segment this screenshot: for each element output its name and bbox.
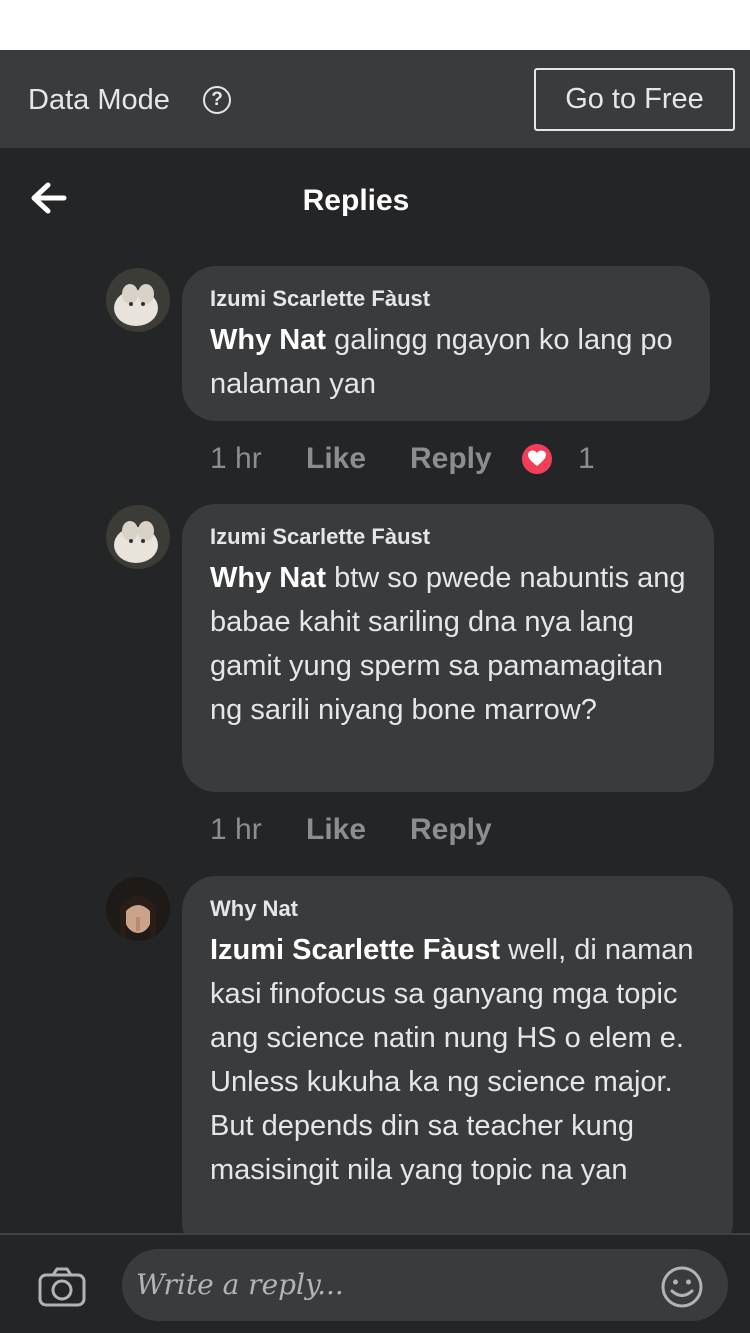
comment-bubble[interactable]: Izumi Scarlette Fàust Why Nat btw so pwe… [182, 504, 714, 792]
comment-author[interactable]: Izumi Scarlette Fàust [210, 524, 686, 550]
comment-bubble[interactable]: Why Nat Izumi Scarlette Fàust well, di n… [182, 876, 733, 1256]
page-title: Replies [302, 184, 410, 217]
avatar[interactable] [106, 268, 170, 332]
reply-composer: Write a reply... [0, 1233, 750, 1333]
reaction-count: 1 [578, 442, 595, 475]
camera-icon[interactable] [38, 1267, 86, 1307]
comment-time: 1 hr [210, 813, 262, 846]
data-mode-bar: Data Mode ? Go to Free [0, 50, 750, 148]
mention-link[interactable]: Izumi Scarlette Fàust [210, 934, 500, 966]
status-area [0, 0, 750, 50]
replies-header: Replies [0, 148, 750, 250]
comment-body: well, di naman kasi finofocus sa ganyang… [210, 934, 694, 1186]
smiley-icon[interactable] [660, 1265, 704, 1309]
avatar[interactable] [106, 877, 170, 941]
comment-text: Izumi Scarlette Fàust well, di naman kas… [210, 928, 705, 1192]
comment-author[interactable]: Izumi Scarlette Fàust [210, 286, 682, 312]
comment-author[interactable]: Why Nat [210, 896, 705, 922]
reply-button[interactable]: Reply [410, 442, 492, 476]
data-mode-label: Data Mode [28, 84, 170, 116]
comment-time: 1 hr [210, 442, 262, 475]
comment-bubble[interactable]: Izumi Scarlette Fàust Why Nat galingg ng… [182, 266, 710, 421]
mention-link[interactable]: Why Nat [210, 324, 326, 356]
heart-reaction-icon[interactable] [520, 442, 554, 476]
reply-input[interactable]: Write a reply... [122, 1249, 728, 1321]
like-button[interactable]: Like [306, 813, 366, 847]
help-circle-icon[interactable]: ? [203, 86, 231, 114]
comment-text: Why Nat galingg ngayon ko lang po nalama… [210, 318, 682, 406]
avatar[interactable] [106, 505, 170, 569]
mention-link[interactable]: Why Nat [210, 562, 326, 594]
go-to-free-button[interactable]: Go to Free [534, 68, 735, 131]
reply-button[interactable]: Reply [410, 813, 492, 847]
comment-text: Why Nat btw so pwede nabuntis ang babae … [210, 556, 686, 732]
like-button[interactable]: Like [306, 442, 366, 476]
